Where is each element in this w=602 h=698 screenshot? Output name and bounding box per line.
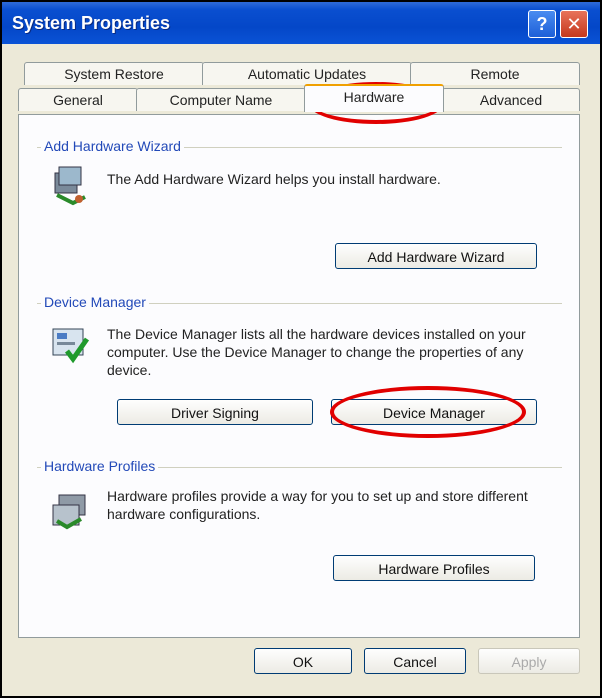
tab-advanced[interactable]: Advanced (442, 88, 580, 111)
hardware-tab-panel: Add Hardware Wizard The Add Hardware Wiz… (18, 114, 580, 638)
device-manager-button[interactable]: Device Manager (331, 399, 537, 425)
tab-general[interactable]: General (18, 88, 138, 111)
ok-button[interactable]: OK (254, 648, 352, 674)
close-button[interactable]: ✕ (560, 10, 588, 38)
driver-signing-button[interactable]: Driver Signing (117, 399, 313, 425)
hardware-profiles-icon (52, 494, 86, 530)
add-hardware-wizard-button[interactable]: Add Hardware Wizard (335, 243, 537, 269)
device-manager-description: The Device Manager lists all the hardwar… (107, 326, 526, 378)
tab-computer-name[interactable]: Computer Name (136, 88, 306, 111)
tab-automatic-updates[interactable]: Automatic Updates (202, 62, 412, 85)
window-title: System Properties (12, 13, 171, 33)
tab-system-restore[interactable]: System Restore (24, 62, 204, 85)
hardware-profiles-group-label: Hardware Profiles (41, 458, 159, 474)
title-bar[interactable]: System Properties ? ✕ (2, 2, 600, 44)
add-hardware-wizard-icon (54, 166, 86, 206)
tab-remote[interactable]: Remote (410, 62, 580, 85)
hardware-profiles-button[interactable]: Hardware Profiles (333, 555, 535, 581)
cancel-button[interactable]: Cancel (364, 648, 466, 674)
add-hardware-description: The Add Hardware Wizard helps you instal… (107, 171, 441, 187)
add-hardware-group-label: Add Hardware Wizard (41, 138, 184, 154)
tab-hardware[interactable]: Hardware (304, 84, 444, 112)
device-manager-icon (52, 328, 90, 364)
hardware-profiles-description: Hardware profiles provide a way for you … (107, 488, 528, 522)
apply-button[interactable]: Apply (478, 648, 580, 674)
device-manager-group-label: Device Manager (41, 294, 149, 310)
help-button[interactable]: ? (528, 10, 556, 38)
system-properties-window: System Properties ? ✕ System Restore Aut… (0, 0, 602, 698)
